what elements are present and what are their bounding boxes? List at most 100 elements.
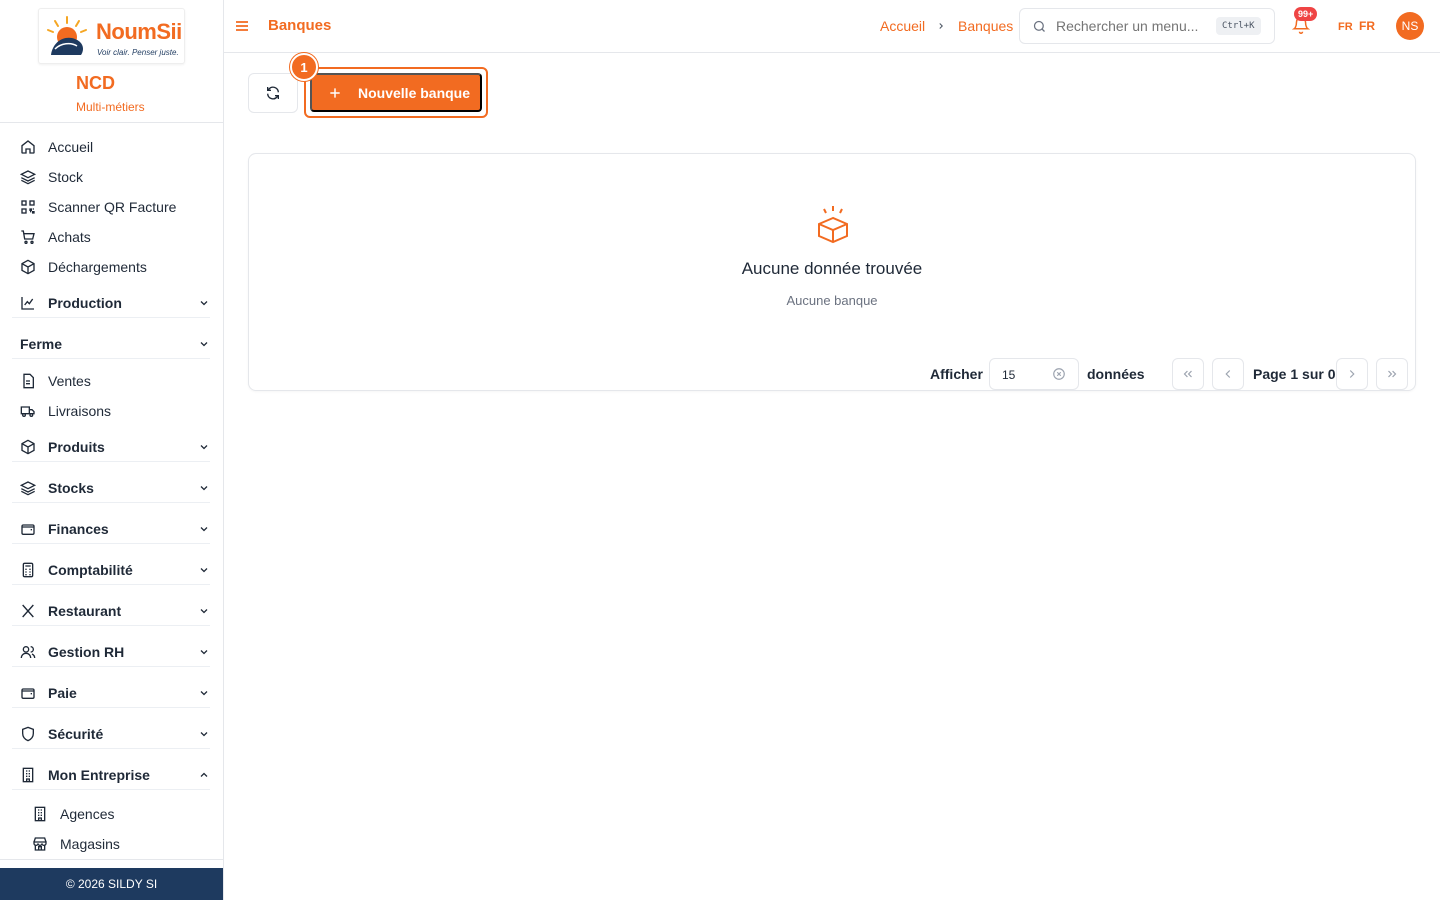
cart-icon: [20, 229, 36, 245]
sidebar-group-ferme[interactable]: Ferme: [20, 332, 210, 356]
logo-tagline: Voir clair. Penser juste.: [97, 48, 179, 57]
per-page-value: 15: [1002, 368, 1016, 382]
chevron-down-icon: [200, 342, 208, 347]
group-divider: [12, 707, 210, 708]
chevrons-right-icon: [1388, 370, 1397, 378]
group-divider: [12, 748, 210, 749]
chevron-down-icon: [200, 445, 208, 450]
sidebar-item-label: Magasins: [60, 836, 120, 852]
group-divider: [12, 317, 210, 318]
package-icon: [20, 259, 36, 275]
sidebar-group-comptabilite[interactable]: Comptabilité: [20, 558, 210, 582]
sidebar-group-label: Gestion RH: [48, 644, 125, 660]
banks-table-panel: Aucune donnée trouvée Aucune banque Affi…: [248, 153, 1416, 391]
tour-step-badge: 1: [290, 53, 318, 81]
first-page-button[interactable]: [1172, 358, 1204, 390]
hamburger-menu-icon[interactable]: [234, 18, 250, 39]
refresh-icon: [267, 86, 279, 100]
building-icon: [32, 806, 48, 822]
sidebar-divider: [0, 122, 223, 123]
sidebar-item-label: Stock: [48, 169, 84, 185]
chevron-down-icon: [200, 486, 208, 491]
sidebar-item-stock[interactable]: Stock: [20, 165, 83, 189]
sidebar-item-label: Achats: [48, 229, 91, 245]
prev-page-button[interactable]: [1212, 358, 1244, 390]
package-icon: [20, 439, 36, 455]
language-code: FR: [1338, 21, 1353, 33]
plus-icon: [330, 87, 340, 98]
brand-logo[interactable]: NoumSii Voir clair. Penser juste.: [38, 8, 185, 64]
sidebar-divider: [0, 859, 223, 860]
logo-wordmark: NoumSii: [96, 19, 182, 44]
sidebar-item-ventes[interactable]: Ventes: [20, 369, 91, 393]
sidebar-item-magasins[interactable]: Magasins: [32, 832, 120, 856]
user-avatar[interactable]: NS: [1396, 12, 1424, 40]
users-icon: [20, 644, 36, 660]
clear-circle-icon[interactable]: [1052, 367, 1066, 386]
chevron-down-icon: [200, 732, 208, 737]
sidebar-group-mon-entreprise[interactable]: Mon Entreprise: [20, 763, 210, 787]
sidebar-group-gestion-rh[interactable]: Gestion RH: [20, 640, 210, 664]
chevron-down-icon: [200, 568, 208, 573]
breadcrumb-banques[interactable]: Banques: [958, 18, 1013, 34]
store-icon: [32, 836, 48, 852]
sidebar-group-label: Stocks: [48, 480, 94, 496]
group-divider: [12, 666, 210, 667]
sidebar-group-label: Comptabilité: [48, 562, 133, 578]
sidebar-group-label: Ferme: [20, 336, 63, 352]
sidebar-group-restaurant[interactable]: Restaurant: [20, 599, 210, 623]
page-title: Banques: [268, 17, 332, 34]
refresh-button[interactable]: [248, 73, 298, 113]
sidebar-group-label: Produits: [48, 439, 105, 455]
chevrons-left-icon: [1183, 370, 1192, 378]
breadcrumb-accueil[interactable]: Accueil: [880, 18, 925, 34]
group-divider: [12, 543, 210, 544]
sidebar-group-finances[interactable]: Finances: [20, 517, 210, 541]
sun-head-logo-icon: [47, 16, 87, 55]
search-icon: [1032, 19, 1047, 39]
menu-search[interactable]: Ctrl+K: [1019, 8, 1275, 44]
chevron-left-icon: [1225, 370, 1231, 378]
sidebar-item-scanner-qr[interactable]: Scanner QR Facture: [20, 195, 176, 219]
sidebar-item-accueil[interactable]: Accueil: [20, 135, 93, 159]
next-page-button[interactable]: [1336, 358, 1368, 390]
sidebar-group-paie[interactable]: Paie: [20, 681, 210, 705]
sidebar-group-label: Restaurant: [48, 603, 122, 619]
chart-icon: [20, 295, 36, 311]
sidebar-item-label: Scanner QR Facture: [48, 199, 177, 215]
group-divider: [12, 502, 210, 503]
file-icon: [20, 373, 36, 389]
per-page-label: Afficher: [930, 366, 983, 382]
last-page-button[interactable]: [1376, 358, 1408, 390]
sidebar-group-stocks[interactable]: Stocks: [20, 476, 210, 500]
sidebar-item-agences[interactable]: Agences: [32, 802, 114, 826]
chevron-right-icon: [936, 19, 946, 37]
new-bank-button[interactable]: Nouvelle banque: [310, 73, 482, 112]
chevron-down-icon: [200, 527, 208, 532]
calculator-icon: [20, 562, 36, 578]
search-shortcut-hint: Ctrl+K: [1216, 17, 1261, 35]
sidebar-footer: © 2026 SILDY SI: [0, 868, 223, 900]
search-input[interactable]: [1056, 18, 1206, 34]
sidebar-item-dechargements[interactable]: Déchargements: [20, 255, 147, 279]
sidebar-item-achats[interactable]: Achats: [20, 225, 91, 249]
sidebar-group-production[interactable]: Production: [20, 291, 210, 315]
wallet-icon: [20, 521, 36, 537]
sidebar: NoumSii Voir clair. Penser juste. NCD Mu…: [0, 0, 224, 900]
per-page-suffix: données: [1087, 366, 1145, 382]
sidebar-group-produits[interactable]: Produits: [20, 435, 210, 459]
sidebar-item-label: Ventes: [48, 373, 91, 389]
language-switcher[interactable]: FR FR: [1338, 19, 1375, 33]
sidebar-group-securite[interactable]: Sécurité: [20, 722, 210, 746]
chevron-down-icon: [200, 691, 208, 696]
notification-badge: 99+: [1294, 7, 1318, 21]
sidebar-group-label: Finances: [48, 521, 109, 537]
sidebar-group-label: Mon Entreprise: [48, 767, 150, 783]
per-page-select[interactable]: 15: [989, 358, 1079, 390]
empty-box-icon: [814, 204, 852, 249]
chevron-right-icon: [1349, 370, 1355, 378]
sidebar-item-label: Agences: [60, 806, 115, 822]
utensils-icon: [20, 603, 36, 619]
sidebar-item-livraisons[interactable]: Livraisons: [20, 399, 111, 423]
sidebar-group-label: Production: [48, 295, 122, 311]
